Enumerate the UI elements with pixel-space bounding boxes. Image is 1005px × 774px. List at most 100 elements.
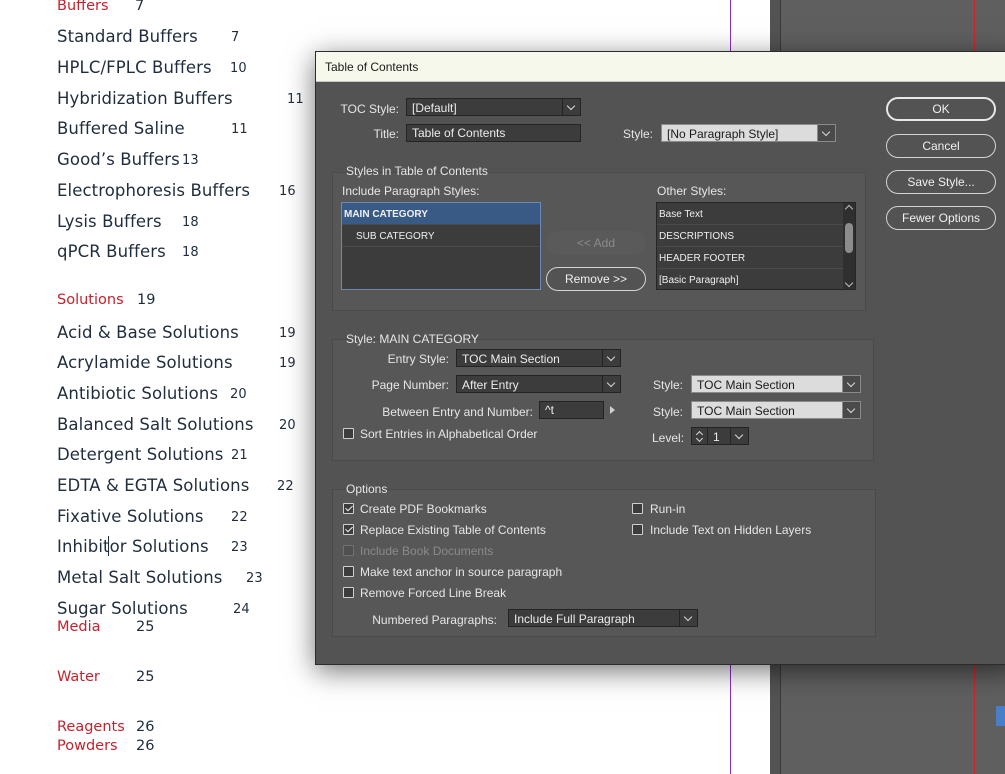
entry-style-label: Entry Style: xyxy=(387,352,449,366)
chevron-down-icon xyxy=(842,376,860,392)
toc-entry-label: Reagents xyxy=(57,719,125,735)
chevron-down-icon xyxy=(562,99,580,115)
toc-category: Powders 26 xyxy=(57,738,154,754)
toc-page-number: 10 xyxy=(230,61,247,76)
numbered-paragraphs-label: Numbered Paragraphs: xyxy=(372,613,497,627)
title-style-value: [No Paragraph Style] xyxy=(667,127,779,141)
toc-entry: Detergent Solutions 21 xyxy=(57,445,248,464)
between-entry-input[interactable] xyxy=(539,401,604,419)
level-dropdown[interactable]: 1 xyxy=(707,427,749,445)
scroll-up-icon[interactable] xyxy=(844,204,854,214)
title-label: Title: xyxy=(373,127,399,141)
toc-entry-label: Detergent Solutions xyxy=(57,445,224,464)
toc-page-number: 19 xyxy=(279,356,296,371)
sort-alpha-checkbox[interactable] xyxy=(343,428,354,439)
toc-page-number: 23 xyxy=(246,571,263,586)
toc-entry: Balanced Salt Solutions 20 xyxy=(57,415,296,434)
add-button[interactable]: << Add xyxy=(546,231,646,255)
toc-entry-label: Acid & Base Solutions xyxy=(57,323,239,342)
run-in-checkbox[interactable] xyxy=(632,503,643,514)
included-styles-list[interactable]: MAIN CATEGORY SUB CATEGORY xyxy=(341,202,541,290)
toc-page-number: 22 xyxy=(231,510,248,525)
run-in-label: Run-in xyxy=(650,502,686,516)
entry-style-value: TOC Main Section xyxy=(462,352,560,366)
toc-entry-label: Standard Buffers xyxy=(57,27,198,46)
title-input-field[interactable] xyxy=(407,125,580,141)
special-chars-menu-icon[interactable] xyxy=(610,406,615,414)
save-style-button[interactable]: Save Style... xyxy=(886,170,996,194)
page-number-style-value: TOC Main Section xyxy=(697,378,795,392)
replace-existing-label: Replace Existing Table of Contents xyxy=(360,523,546,537)
page-number-style-dropdown[interactable]: TOC Main Section xyxy=(691,375,861,393)
list-item[interactable]: SUB CATEGORY xyxy=(342,225,540,247)
list-item[interactable]: HEADER FOOTER xyxy=(657,247,855,269)
toc-entry-label: Antibiotic Solutions xyxy=(57,384,219,403)
page-number-style-label: Style: xyxy=(653,378,684,392)
toc-entry-label: Powders xyxy=(57,738,118,754)
title-input[interactable] xyxy=(406,124,581,142)
remove-button[interactable]: Remove >> xyxy=(546,267,646,291)
scroll-down-icon[interactable] xyxy=(844,278,854,288)
toc-style-label: TOC Style: xyxy=(340,102,399,116)
title-style-dropdown[interactable]: [No Paragraph Style] xyxy=(661,124,836,142)
list-item[interactable]: Base Text xyxy=(657,203,855,225)
list-item[interactable]: MAIN CATEGORY xyxy=(342,203,540,225)
toc-entry: Inhibitor Solutions 23 xyxy=(57,537,248,556)
ok-button[interactable]: OK xyxy=(886,97,996,121)
remove-break-checkbox[interactable] xyxy=(343,587,354,598)
toc-entry-label: Buffered Saline xyxy=(57,119,185,138)
toc-category: Buffers 7 xyxy=(57,0,144,14)
level-stepper-icon[interactable] xyxy=(691,427,708,445)
include-styles-label: Include Paragraph Styles: xyxy=(342,184,480,198)
toc-page-number: 7 xyxy=(231,30,240,45)
toc-entry-label: qPCR Buffers xyxy=(57,242,166,261)
page-number-dropdown[interactable]: After Entry xyxy=(456,375,621,393)
toc-entry: Electrophoresis Buffers 16 xyxy=(57,181,296,200)
hidden-layers-checkbox[interactable] xyxy=(632,524,643,535)
list-item[interactable]: [Basic Paragraph] xyxy=(657,269,855,289)
toc-entry-label: EDTA & EGTA Solutions xyxy=(57,476,250,495)
toc-style-dropdown[interactable]: [Default] xyxy=(406,98,581,116)
toc-entry: Good’s Buffers 13 xyxy=(57,150,199,169)
toc-entry: Standard Buffers 7 xyxy=(57,27,239,46)
replace-existing-checkbox[interactable] xyxy=(343,524,354,535)
cancel-button[interactable]: Cancel xyxy=(886,134,996,158)
toc-entry: Acrylamide Solutions 19 xyxy=(57,353,296,372)
toc-page-number: 20 xyxy=(279,418,296,433)
between-entry-field[interactable] xyxy=(540,402,603,418)
text-anchor-checkbox[interactable] xyxy=(343,566,354,577)
list-item[interactable]: DESCRIPTIONS xyxy=(657,225,855,247)
scroll-thumb[interactable] xyxy=(845,223,853,253)
between-entry-label: Between Entry and Number: xyxy=(382,405,533,419)
toc-page-number: 20 xyxy=(230,387,247,402)
scrollbar[interactable] xyxy=(843,203,855,289)
include-book-label: Include Book Documents xyxy=(360,544,494,558)
toc-page-number: 22 xyxy=(277,479,294,494)
sort-alpha-label: Sort Entries in Alphabetical Order xyxy=(360,427,538,441)
toc-page-number: 26 xyxy=(136,719,155,735)
toc-page-number: 18 xyxy=(182,215,199,230)
toc-entry: Metal Salt Solutions 23 xyxy=(57,568,263,587)
toc-page-number: 24 xyxy=(233,602,250,617)
other-styles-list[interactable]: Base Text DESCRIPTIONS HEADER FOOTER [Ba… xyxy=(656,202,856,290)
toc-entry-label: Fixative Solutions xyxy=(57,507,204,526)
toc-entry-label: Balanced Salt Solutions xyxy=(57,415,254,434)
style-group-label: Style: MAIN CATEGORY xyxy=(346,332,479,346)
toc-entry-label: Acrylamide Solutions xyxy=(57,353,233,372)
toc-category: Media 25 xyxy=(57,619,154,635)
toc-page-number: 11 xyxy=(287,92,304,107)
numbered-paragraphs-dropdown[interactable]: Include Full Paragraph xyxy=(508,609,698,627)
toc-entry: Buffered Saline 11 xyxy=(57,119,248,138)
dialog-titlebar[interactable]: Table of Contents xyxy=(316,52,1005,82)
include-book-checkbox xyxy=(343,545,354,556)
pdf-bookmarks-checkbox[interactable] xyxy=(343,503,354,514)
toc-entry-label: Inhibitor Solutions xyxy=(57,537,209,556)
toc-page-number: 18 xyxy=(182,245,199,260)
toc-entry-label: Buffers xyxy=(57,0,109,14)
text-cursor xyxy=(108,536,109,556)
toc-page-number: 25 xyxy=(136,619,155,635)
toc-entry: HPLC/FPLC Buffers 10 xyxy=(57,58,247,77)
fewer-options-button[interactable]: Fewer Options xyxy=(886,206,996,230)
entry-style-dropdown[interactable]: TOC Main Section xyxy=(456,349,621,367)
between-style-dropdown[interactable]: TOC Main Section xyxy=(691,401,861,419)
